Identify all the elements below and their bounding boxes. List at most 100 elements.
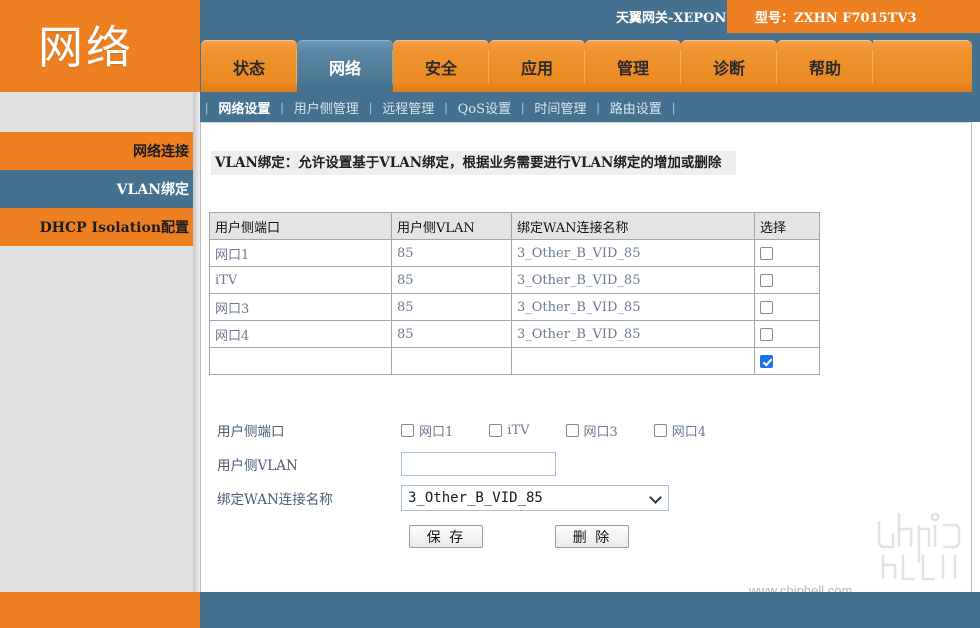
cell-port <box>209 347 392 375</box>
cell-port: 网口1 <box>209 239 392 267</box>
wan-field-label: 绑定WAN连接名称 <box>217 492 333 508</box>
table-body: 网口1 85 3_Other_B_VID_85 iTV 85 3_Other_B_VID_… <box>209 239 820 375</box>
form-row-wan: 绑定WAN连接名称 3_Other_B_VID_85 <box>209 481 899 515</box>
table-row: iTV 85 3_Other_B_VID_85 <box>209 266 820 294</box>
tab-3[interactable]: 安全 <box>393 40 489 92</box>
sidebar-item-2[interactable]: VLAN绑定 <box>0 170 193 208</box>
chevron-down-icon <box>651 493 660 502</box>
cell-port: iTV <box>209 266 392 294</box>
subnav-divider: | <box>444 99 448 115</box>
tab-label: 诊断 <box>712 58 745 78</box>
table-row: 网口1 85 3_Other_B_VID_85 <box>209 239 820 267</box>
vlan-field-label: 用户侧VLAN <box>217 458 298 474</box>
cell-wan-name: 3_Other_B_VID_85 <box>511 320 755 348</box>
subnav-item-1[interactable]: 网络设置 <box>209 98 279 117</box>
vlan-input[interactable] <box>401 452 556 476</box>
port-checkbox[interactable] <box>653 423 667 437</box>
table-header-cell: 选择 <box>754 212 820 240</box>
delete-button[interactable]: 删 除 <box>555 525 629 548</box>
subnav-item-5[interactable]: 时间管理 <box>525 98 595 117</box>
row-select-checkbox[interactable] <box>760 327 773 341</box>
port-checkbox-item-1[interactable]: 网口1 <box>401 421 453 440</box>
cell-select <box>754 347 820 375</box>
model-number-label: 型号：ZXHN F7015TV3 <box>755 11 917 26</box>
cell-port: 网口3 <box>209 293 392 321</box>
form-button-row: 保 存 删 除 <box>209 525 899 548</box>
cell-select <box>754 293 820 321</box>
save-button[interactable]: 保 存 <box>409 525 483 548</box>
vlan-binding-table: 用户侧端口 用户侧VLAN 绑定WAN连接名称 选择 网口1 85 3_Other_B_V… <box>209 212 820 375</box>
cell-wan-name: 3_Other_B_VID_85 <box>511 293 755 321</box>
footer-right-block <box>200 592 980 628</box>
subnav-item-3[interactable]: 远程管理 <box>373 98 443 117</box>
port-checkbox-item-3[interactable]: 网口3 <box>565 421 618 440</box>
cell-wan-name: 3_Other_B_VID_85 <box>511 239 755 267</box>
gateway-name-label: 天翼网关-XEPON <box>616 11 727 26</box>
subnav-item-4[interactable]: QoS设置 <box>449 98 520 117</box>
cell-select <box>754 239 820 267</box>
footer-left-block <box>0 592 200 628</box>
tab-5[interactable]: 管理 <box>585 40 681 92</box>
port-checkbox[interactable] <box>565 423 579 437</box>
tabbar-filler <box>873 40 972 92</box>
table-row <box>209 347 820 375</box>
port-checkbox-item-4[interactable]: 网口4 <box>653 421 707 440</box>
port-checkbox[interactable] <box>489 423 503 437</box>
port-checkbox-item-2[interactable]: iTV <box>489 422 530 438</box>
subnav-divider: | <box>205 99 209 115</box>
port-checkbox-label: 网口3 <box>583 424 618 440</box>
tab-6[interactable]: 诊断 <box>681 40 777 92</box>
sidebar-item-1[interactable]: 网络连接 <box>0 132 193 170</box>
cell-vlan: 85 <box>391 266 512 294</box>
row-select-checkbox[interactable] <box>760 300 773 314</box>
tab-label: 应用 <box>520 58 553 78</box>
port-checkbox[interactable] <box>401 423 414 437</box>
page-description: VLAN绑定：允许设置基于VLAN绑定，根据业务需要进行VLAN绑定的增加或删除 <box>211 151 736 175</box>
wan-select-value: 3_Other_B_VID_85 <box>401 485 669 511</box>
left-column-edge-shadow <box>193 92 200 592</box>
table-row: 网口4 85 3_Other_B_VID_85 <box>209 320 820 348</box>
vlan-binding-form: 用户侧端口 网口1 iTV 网口3 网口4 用户侧VLAN 绑定WAN连接名称 3_O… <box>209 413 899 548</box>
sidebar-item-label: 网络连接 <box>133 144 189 160</box>
sidebar-item-label: DHCP Isolation配置 <box>39 220 189 236</box>
tab-2[interactable]: 网络 <box>297 40 393 92</box>
tab-label: 帮助 <box>808 58 841 78</box>
subnav-divider: | <box>280 99 284 115</box>
page-title: 网络 <box>38 21 135 74</box>
tab-label: 网络 <box>328 58 361 78</box>
table-row: 网口3 85 3_Other_B_VID_85 <box>209 293 820 321</box>
table-header-cell: 用户侧端口 <box>209 212 392 240</box>
table-header-row: 用户侧端口 用户侧VLAN 绑定WAN连接名称 选择 <box>209 212 820 240</box>
subnav-divider: | <box>521 99 525 115</box>
table-header-cell: 绑定WAN连接名称 <box>511 212 755 240</box>
cell-wan-name <box>511 347 755 375</box>
tab-divider <box>872 50 873 84</box>
subnav-item-2[interactable]: 用户侧管理 <box>285 98 368 117</box>
row-select-checkbox[interactable] <box>760 273 773 287</box>
subnav-item-6[interactable]: 路由设置 <box>601 98 671 117</box>
subnav-divider: | <box>671 99 676 115</box>
tab-1[interactable]: 状态 <box>201 40 297 92</box>
cell-port: 网口4 <box>209 320 392 348</box>
row-select-checkbox[interactable] <box>760 354 773 368</box>
port-checkbox-label: 网口4 <box>671 424 707 440</box>
wan-select[interactable]: 3_Other_B_VID_85 <box>401 485 669 511</box>
form-row-ports: 用户侧端口 网口1 iTV 网口3 网口4 <box>209 413 899 447</box>
port-field-label: 用户侧端口 <box>217 424 285 440</box>
sidebar-item-3[interactable]: DHCP Isolation配置 <box>0 208 193 246</box>
cell-select <box>754 320 820 348</box>
sidebar-menu: 网络连接 VLAN绑定 DHCP Isolation配置 <box>0 132 193 246</box>
cell-vlan: 85 <box>391 239 512 267</box>
port-checkbox-label: 网口1 <box>419 424 454 440</box>
sidebar-item-label: VLAN绑定 <box>116 182 189 198</box>
content-panel: VLAN绑定：允许设置基于VLAN绑定，根据业务需要进行VLAN绑定的增加或删除… <box>200 122 972 598</box>
port-checkbox-label: iTV <box>507 422 530 438</box>
tab-4[interactable]: 应用 <box>489 40 585 92</box>
tab-7[interactable]: 帮助 <box>777 40 873 92</box>
tab-label: 安全 <box>424 58 457 78</box>
subnav-divider: | <box>368 99 373 115</box>
row-select-checkbox[interactable] <box>760 246 773 260</box>
sub-navigation-bar: | 网络设置 | 用户侧管理 | 远程管理 | QoS设置 | 时间管理 | 路由设置 | <box>200 92 980 122</box>
tab-label: 管理 <box>616 58 649 78</box>
main-tab-bar: 状态 网络 安全 应用 管理 诊断 帮助 <box>201 40 873 92</box>
